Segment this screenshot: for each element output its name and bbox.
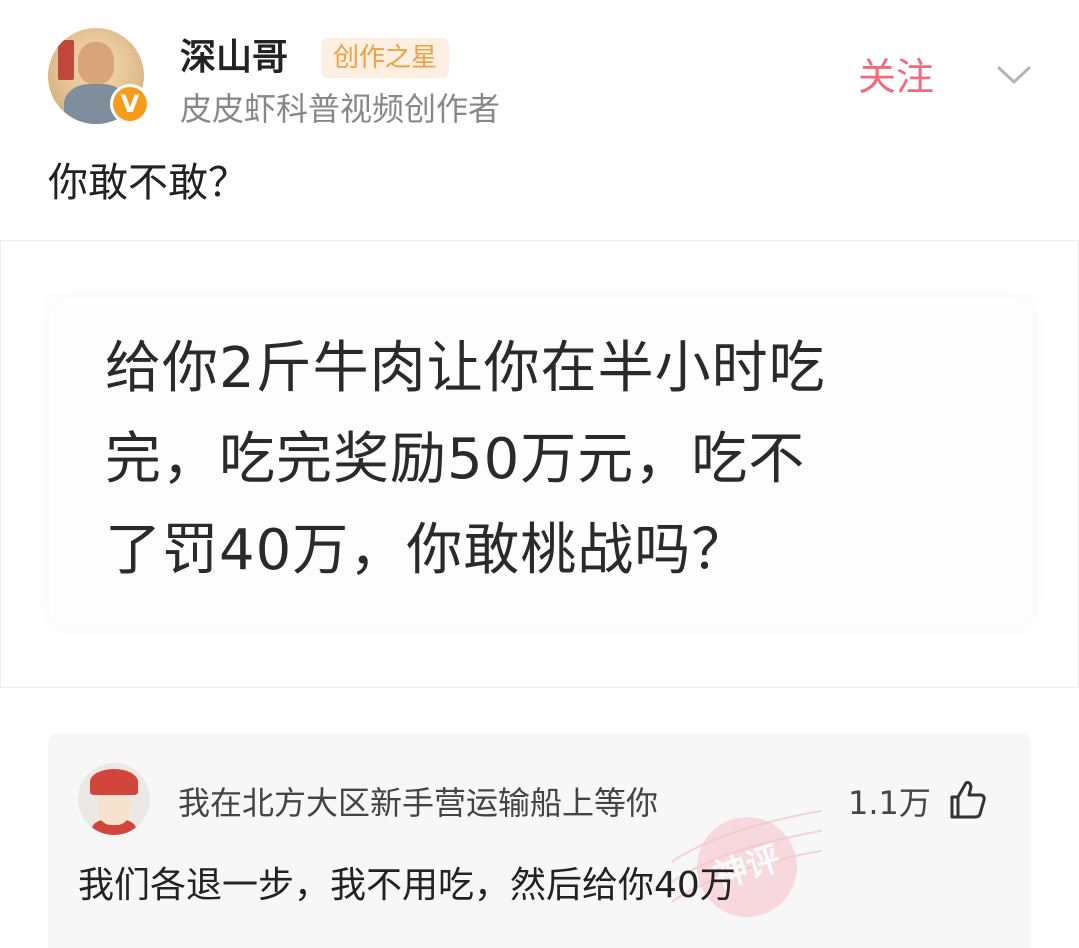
post-image[interactable]: 给你2斤牛肉让你在半小时吃 完，吃完奖励50万元，吃不 了罚40万，你敢桃战吗？ <box>0 240 1079 688</box>
image-text-line: 给你2斤牛肉让你在半小时吃 <box>105 336 826 401</box>
chevron-down-icon[interactable] <box>996 62 1032 90</box>
top-comment[interactable]: 我在北方大区新手营运输船上等你 神评 1.1万 我们各退一步，我不用吃，然后给你… <box>48 733 1031 948</box>
post-page: V 深山哥 创作之星 皮皮虾科普视频创作者 关注 你敢不敢？ 给你2斤牛肉让你在… <box>0 0 1079 948</box>
image-text-line: 了罚40万，你敢桃战吗？ <box>105 518 749 583</box>
follow-button[interactable]: 关注 <box>858 52 934 102</box>
commenter-avatar[interactable] <box>78 763 150 835</box>
like-count: 1.1万 <box>848 784 931 822</box>
image-card: 给你2斤牛肉让你在半小时吃 完，吃完奖励50万元，吃不 了罚40万，你敢桃战吗？ <box>49 297 1033 627</box>
creator-star-badge: 创作之星 <box>321 38 450 78</box>
comment-text: 我们各退一步，我不用吃，然后给你40万 <box>78 865 736 906</box>
verified-v-icon: V <box>110 84 150 124</box>
author-name[interactable]: 深山哥 <box>180 34 288 82</box>
avatar-seal <box>58 40 74 80</box>
commenter-avatar-hat <box>90 769 138 795</box>
thumbs-up-icon[interactable] <box>946 779 988 821</box>
image-text: 给你2斤牛肉让你在半小时吃 完，吃完奖励50万元，吃不 了罚40万，你敢桃战吗？ <box>105 323 1005 596</box>
verified-mark: V <box>113 87 147 121</box>
avatar-face <box>78 42 114 84</box>
commenter-name[interactable]: 我在北方大区新手营运输船上等你 <box>178 781 658 825</box>
image-text-line: 完，吃完奖励50万元，吃不 <box>105 427 806 492</box>
post-text: 你敢不敢？ <box>48 160 248 206</box>
author-description: 皮皮虾科普视频创作者 <box>180 90 501 128</box>
